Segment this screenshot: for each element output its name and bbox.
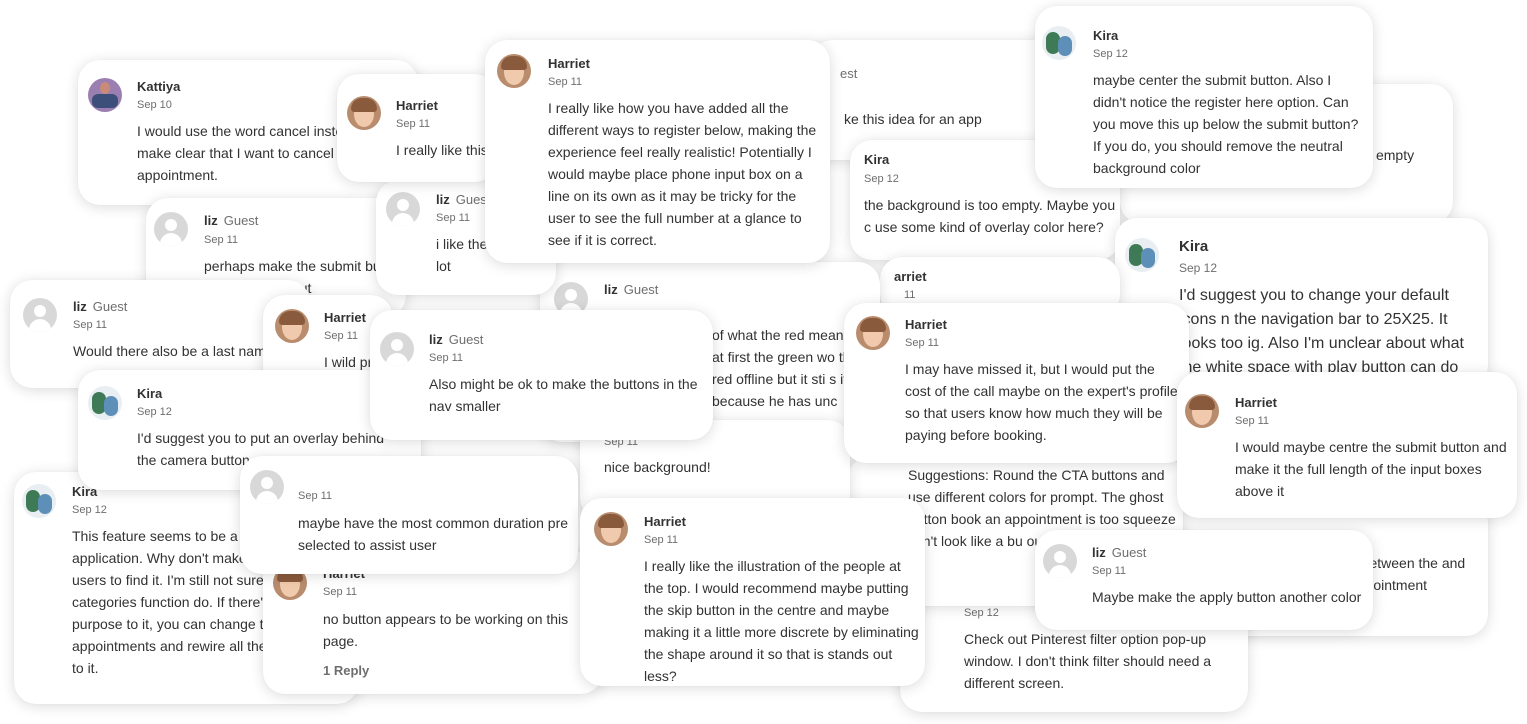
comment-card[interactable]: liz Guest Sep 11 Maybe make the apply but… [1035,530,1373,630]
comment-text: Maybe make the apply button another colo… [1092,589,1362,605]
comment-text: I'd suggest you to change your default i… [1179,287,1464,376]
comment-author: Kira [864,152,890,167]
comment-text: I really like this [396,142,488,158]
comment-author: liz Guest [73,299,128,314]
comment-date: Sep 11 [323,586,358,598]
comment-card[interactable]: Sep 11 maybe have the most common durati… [240,456,578,574]
comment-date: Sep 12 [1179,261,1218,275]
harriet-avatar [1185,394,1219,428]
comment-date: Sep 11 [429,352,464,364]
comment-text: maybe center the submit button. Also I d… [1093,72,1359,176]
guest-avatar [380,332,414,366]
comment-date: Sep 11 [548,76,583,88]
comment-author: arriet [894,269,927,284]
harriet-avatar [497,54,531,88]
comment-author: Kattiya [137,79,181,94]
comment-text: I really like how you have added all the… [548,100,817,248]
comment-author: liz Guest [604,282,659,297]
comment-card[interactable]: Harriet Sep 11 I may have missed it, but… [844,303,1189,463]
comment-author: Harriet [1235,395,1277,410]
harriet-avatar [347,96,381,130]
comment-date: Sep 12 [964,607,999,619]
comment-author: Kira [137,386,163,401]
guest-avatar [23,298,57,332]
comment-text: I would maybe centre the submit button a… [1235,439,1507,499]
comment-text: nice background! [604,459,711,475]
comment-card[interactable]: Kira Sep 12 maybe center the submit butt… [1035,6,1373,188]
comment-author: liz Guest [436,192,491,207]
kira-avatar [1042,26,1076,60]
comment-date: Sep 12 [137,406,172,418]
comment-author: est [840,66,858,81]
comment-date: Sep 11 [204,234,239,246]
comment-text: no button appears to be working on this … [323,611,569,649]
comment-date: Sep 11 [324,330,359,342]
kira-avatar [1125,238,1159,272]
guest-avatar [154,212,188,246]
guest-avatar [386,192,420,226]
comment-author: Harriet [396,98,438,113]
comment-date: Sep 11 [1092,565,1127,577]
comment-date: Sep 11 [436,212,471,224]
comment-card[interactable]: Harriet Sep 11 I really like this [337,74,497,182]
comment-date: Sep 11 [905,337,940,349]
comment-card[interactable]: Harriet Sep 11 I really like how you hav… [485,40,830,263]
comment-text: I may have missed it, but I would put th… [905,361,1178,443]
comment-author: Harriet [324,310,366,325]
comment-date: Sep 12 [864,173,899,185]
comment-date: Sep 10 [137,99,172,111]
comment-text: Also might be ok to make the buttons in … [429,376,698,414]
comment-date: Sep 11 [1235,415,1270,427]
kattiya-avatar [88,78,122,112]
comment-author: liz Guest [204,213,259,228]
comment-date: Sep 11 [73,319,108,331]
comment-author: Harriet [644,514,686,529]
comment-text: ke this idea for an app [844,111,982,127]
comment-card[interactable]: Harriet Sep 11 I would maybe centre the … [1177,372,1517,518]
comment-date: Sep 12 [72,504,107,516]
comment-date: Sep 11 [396,118,431,130]
comment-text: maybe have the most common duration pre … [298,515,569,553]
comment-text: Check out Pinterest filter option pop-up… [964,631,1212,691]
comment-author: Harriet [548,56,590,71]
comment-date: Sep 11 [644,534,679,546]
guest-avatar [1043,544,1077,578]
comment-author: Kira [1093,28,1119,43]
comment-date: Sep 11 [298,490,333,502]
comment-author: liz Guest [429,332,484,347]
comment-author: liz Guest [1092,545,1147,560]
comment-author: Harriet [905,317,947,332]
comment-text: the background is too empty. Maybe you c… [864,197,1116,235]
kira-avatar [88,386,122,420]
guest-avatar [250,470,284,504]
harriet-avatar [594,512,628,546]
comment-date: 11 [904,289,916,301]
comment-author: Kira [1179,238,1209,255]
kira-avatar [22,484,56,518]
comment-card[interactable]: liz Guest Sep 11 Also might be ok to make… [370,310,713,440]
harriet-avatar [275,309,309,343]
comment-card[interactable]: Harriet Sep 11 I really like the illustr… [580,498,925,686]
comment-text: I really like the illustration of the pe… [644,558,919,684]
harriet-avatar [856,316,890,350]
reply-link[interactable]: 1 Reply [323,663,369,678]
comment-date: Sep 12 [1093,48,1128,60]
